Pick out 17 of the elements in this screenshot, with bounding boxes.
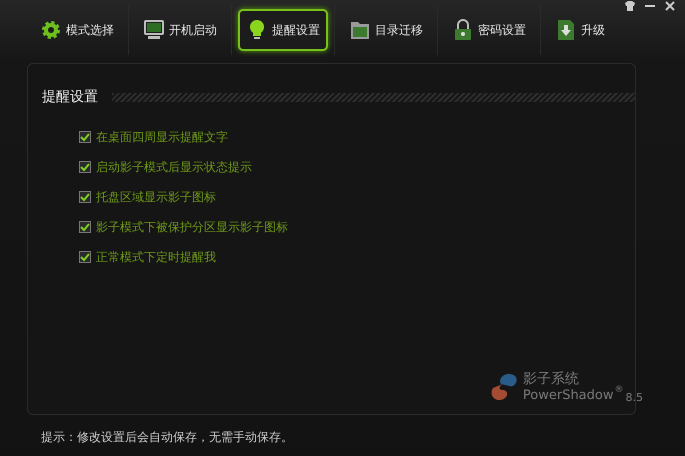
logo-name: 影子系统 xyxy=(522,370,580,388)
option-label[interactable]: 启动影子模式后显示状态提示 xyxy=(79,158,635,176)
option-label[interactable]: 正常模式下定时提醒我 xyxy=(79,248,635,266)
nav-tab[interactable]: 目录迁移 xyxy=(341,9,431,51)
nav-tab[interactable]: 升级 xyxy=(547,9,613,51)
hint-text: 提示：修改设置后会自动保存，无需手动保存。 xyxy=(40,429,294,446)
section-title: 提醒设置 xyxy=(42,88,98,106)
nav-tab[interactable]: 提醒设置 xyxy=(238,9,328,51)
nav-tab[interactable]: 开机启动 xyxy=(135,9,225,51)
option-label[interactable]: 托盘区域显示影子图标 xyxy=(79,188,635,206)
nav-tab[interactable]: 模式选择 xyxy=(32,9,122,51)
option-label[interactable]: 在桌面四周显示提醒文字 xyxy=(79,128,635,146)
registered-mark: ® xyxy=(614,385,624,395)
nav-tab[interactable]: 密码设置 xyxy=(444,9,534,51)
product-name: PowerShadow xyxy=(522,388,614,403)
version-label: 8.5 xyxy=(626,391,643,404)
option-label[interactable]: 影子模式下被保护分区显示影子图标 xyxy=(79,218,635,236)
